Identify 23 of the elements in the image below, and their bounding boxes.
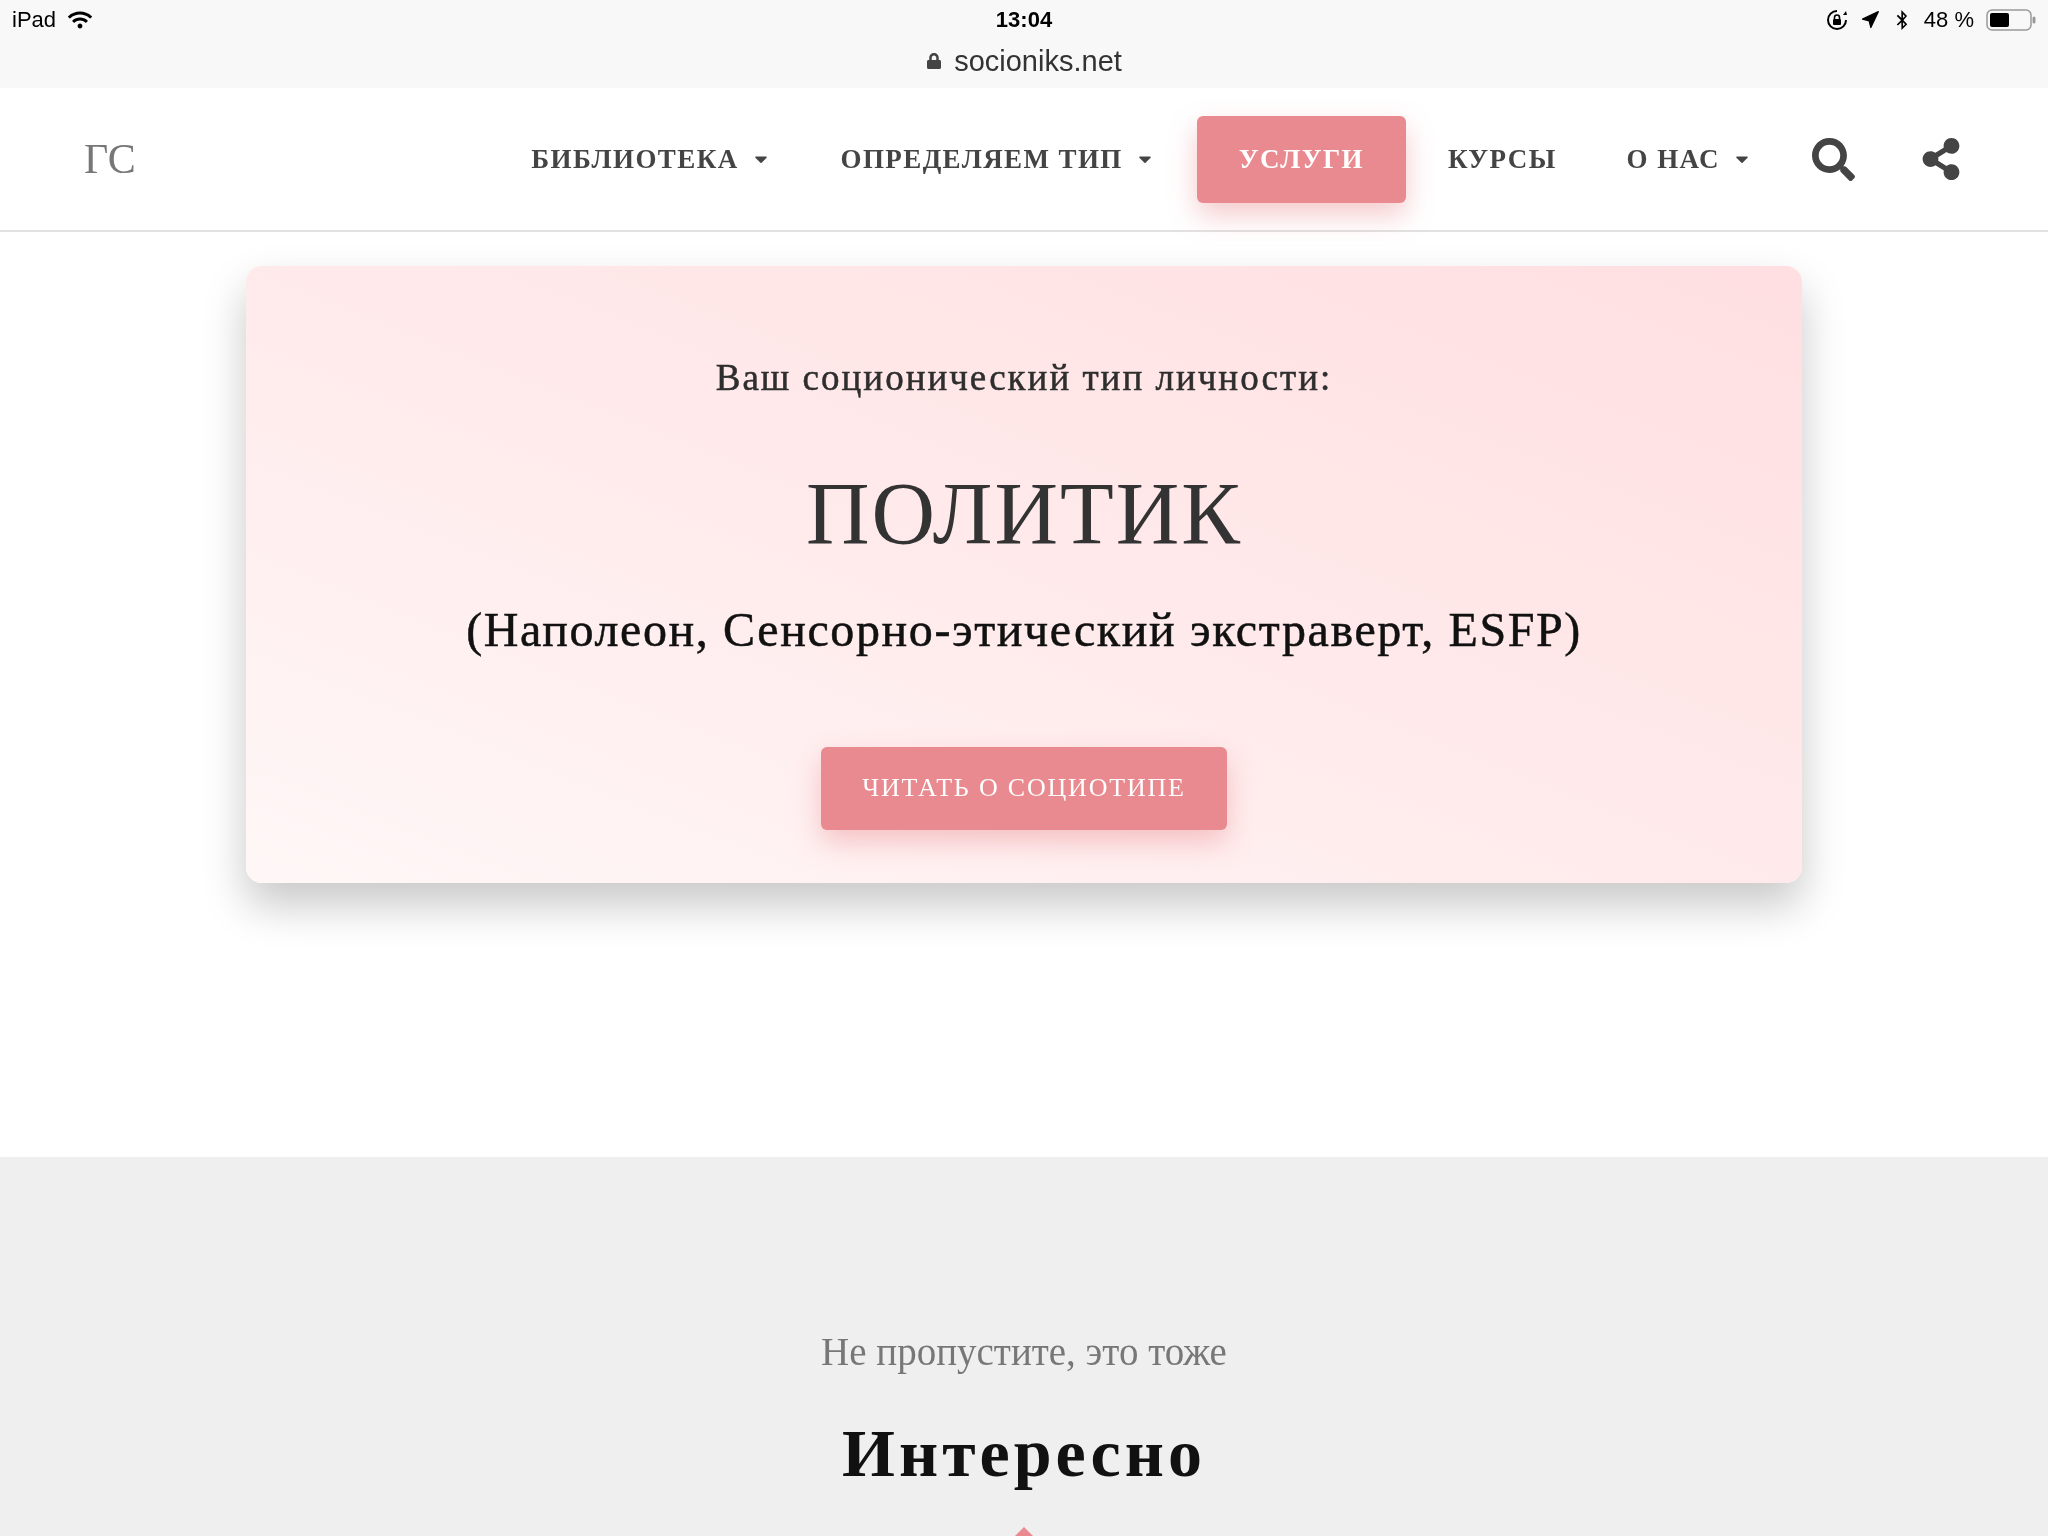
address-url[interactable]: socioniks.net: [954, 44, 1122, 78]
battery-percent: 48 %: [1923, 7, 1974, 33]
lock-icon: [926, 53, 943, 69]
site-logo[interactable]: ГС: [84, 135, 136, 183]
nav-link[interactable]: КУРСЫ: [1412, 115, 1592, 203]
location-arrow-icon: [1859, 10, 1880, 30]
search-icon: [1812, 137, 1855, 181]
nav-link[interactable]: ОПРЕДЕЛЯЕМ ТИП: [805, 115, 1190, 203]
nav-link[interactable]: БИБЛИОТЕКА: [496, 115, 806, 203]
type-details: (Наполеон, Сенсорно-этический экстраверт, ESFP): [466, 602, 1582, 659]
clock-time: 13:04: [995, 7, 1053, 33]
battery-icon: [1986, 9, 2036, 31]
nav-link[interactable]: О НАС: [1591, 115, 1787, 203]
result-intro: Ваш соционический тип личности:: [715, 356, 1333, 400]
share-button[interactable]: [1920, 138, 1962, 180]
orientation-lock-icon: [1825, 9, 1848, 31]
triangle-icon: [1015, 1527, 1033, 1536]
share-icon: [1920, 138, 1962, 180]
type-name: ПОЛИТИК: [806, 466, 1242, 564]
device-name: iPad: [12, 7, 57, 33]
section-title: Интересно: [842, 1415, 1206, 1491]
search-button[interactable]: [1812, 137, 1855, 181]
section-subtitle: Не пропустите, это тоже: [821, 1329, 1227, 1376]
